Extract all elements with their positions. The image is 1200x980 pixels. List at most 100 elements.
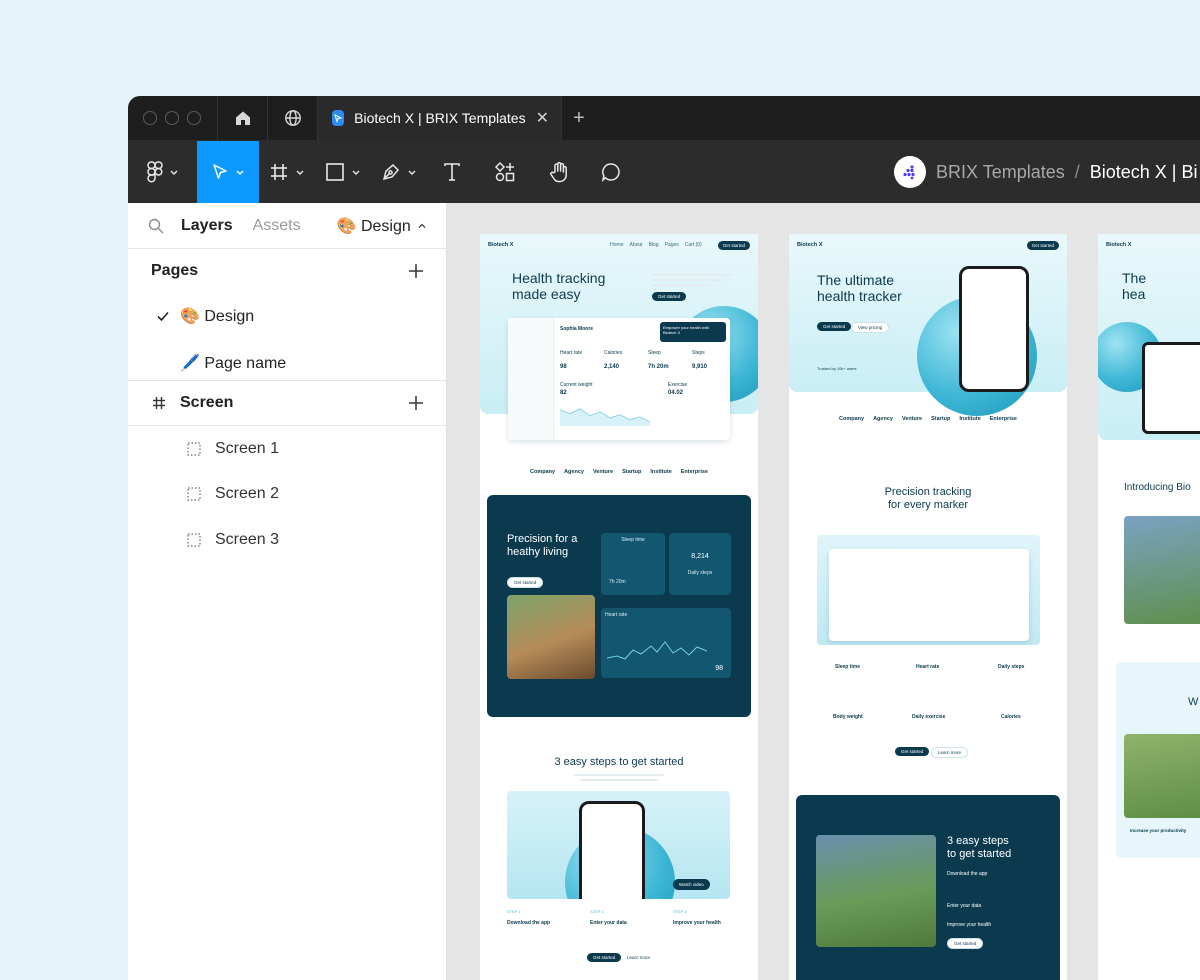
screen-2-frame[interactable]: Biotech X Get started The ultimate healt… [789, 234, 1067, 980]
toolbar: BRIX Templates / Biotech X | Bi [128, 141, 1200, 203]
screen-3-frame[interactable]: Biotech X The hea Introducing Bio W Incr… [1098, 234, 1200, 980]
page-item-label: 🖊️ Page name [180, 354, 287, 372]
pen-tool-button[interactable] [371, 141, 427, 203]
step-title: Download the app [507, 920, 551, 926]
steps-tile-label: Daily steps [687, 570, 713, 576]
step-item: Improve your health [947, 922, 992, 928]
precision-title-line: Precision for a [507, 533, 578, 545]
step-item: Enter your data [947, 903, 982, 909]
community-button[interactable] [268, 96, 318, 140]
comment-tool-button[interactable] [585, 141, 637, 203]
phone-mockup [579, 801, 645, 899]
screen-layer-title: Screen [180, 394, 234, 411]
hero-title: The hea [1122, 270, 1146, 302]
dashed-frame-icon [187, 487, 201, 501]
search-icon[interactable] [148, 218, 164, 234]
productivity-label: Increase your productivity [1130, 828, 1187, 833]
weight-chart [560, 408, 650, 426]
step-item: Download the app [947, 871, 988, 877]
feature-title: Heart rate [916, 664, 940, 670]
nav-link: Cart (0) [684, 242, 702, 248]
page-switcher-label: 🎨 Design [336, 217, 411, 235]
steps-title: 3 easy steps to get started [554, 756, 684, 768]
hand-tool-button[interactable] [533, 141, 585, 203]
file-favicon-icon [332, 110, 345, 126]
layer-item-screen-2[interactable]: Screen 2 [128, 472, 446, 518]
close-window-button[interactable] [143, 111, 157, 125]
home-button[interactable] [218, 96, 268, 140]
page-switcher[interactable]: 🎨 Design [337, 216, 427, 236]
add-layer-plus-icon[interactable] [408, 395, 424, 411]
precision-cta: Get started [507, 577, 544, 588]
zoom-window-button[interactable] [187, 111, 201, 125]
minimize-window-button[interactable] [165, 111, 179, 125]
dashboard-promo: Empower your health with Biotech X [660, 322, 726, 342]
rectangle-icon [326, 163, 344, 181]
hero-title-line: Health tracking [512, 270, 606, 286]
shape-tool-button[interactable] [315, 141, 371, 203]
steps-tile-value: 8,214 [691, 553, 709, 560]
stat-label: Sleep [648, 350, 661, 356]
file-tab[interactable]: Biotech X | BRIX Templates ✕ [318, 96, 562, 140]
logo-item: Company [530, 469, 556, 475]
logo-item: Enterprise [680, 469, 708, 475]
step-title: Improve your health [673, 920, 721, 926]
heart-rate-chart [607, 641, 707, 660]
feature-title: Daily exercise [912, 714, 946, 720]
dashboard-mockup [829, 549, 1029, 641]
screen-layer-header[interactable]: Screen [128, 381, 446, 425]
canvas[interactable]: Biotech X Home About Blog Pages Cart (0)… [448, 203, 1200, 980]
steps-get-started: Get started [587, 953, 622, 962]
hero-section: Biotech X Home About Blog Pages Cart (0)… [480, 234, 758, 440]
checkmark-icon [157, 311, 169, 321]
frame-tool-button[interactable] [259, 141, 315, 203]
layer-item-label: Screen 2 [215, 485, 280, 503]
page-item-design[interactable]: 🎨 Design [128, 292, 446, 339]
move-tool-button[interactable] [197, 141, 259, 203]
stat-label: Calories [604, 350, 623, 356]
page-item-label: 🎨 Design [180, 307, 255, 325]
page-item-page-name[interactable]: 🖊️ Page name [128, 339, 446, 386]
tab-assets[interactable]: Assets [253, 217, 301, 235]
stat-label: Heart rate [560, 350, 583, 356]
close-tab-icon[interactable]: ✕ [536, 108, 549, 128]
hero-section: Biotech X Get started The ultimate healt… [789, 234, 1067, 416]
layer-item-screen-1[interactable]: Screen 1 [128, 426, 446, 472]
layer-item-screen-3[interactable]: Screen 3 [128, 517, 446, 563]
dashboard-user: Sophia Moore [560, 326, 594, 332]
steps-title: 3 easy steps to get started [947, 835, 1011, 860]
feature-title: Calories [1001, 714, 1021, 720]
tab-layers[interactable]: Layers [181, 217, 233, 235]
pages-title: Pages [151, 262, 199, 279]
file-tab-title: Biotech X | BRIX Templates [354, 110, 526, 126]
text-tool-button[interactable] [427, 141, 477, 203]
precision-title: Precision for a heathy living [507, 533, 577, 558]
screen-1-frame[interactable]: Biotech X Home About Blog Pages Cart (0)… [480, 234, 758, 980]
resources-button[interactable] [477, 141, 533, 203]
pages-section-header: Pages [128, 249, 446, 293]
add-page-plus-icon[interactable] [408, 263, 424, 279]
file-name[interactable]: Biotech X | Bi [1090, 162, 1198, 183]
precision-title-line: for every marker [887, 499, 969, 512]
site-brand: Biotech X [797, 242, 823, 248]
team-logo-icon[interactable] [894, 156, 926, 188]
nav-link: Home [610, 242, 624, 248]
chevron-down-icon [236, 170, 244, 175]
hero-text-line [652, 284, 712, 286]
main-menu-button[interactable] [128, 141, 197, 203]
new-tab-button[interactable]: + [562, 96, 596, 140]
left-panel: Layers Assets 🎨 Design Pages 🎨 Design 🖊️… [128, 203, 447, 980]
exercise-label: Exercise [668, 382, 688, 388]
steps-text-line [574, 774, 664, 776]
site-nav: Biotech X [1098, 234, 1200, 256]
logo-strip: Company Agency Venture Startup Institute… [789, 416, 1067, 422]
hero-text-line [652, 274, 732, 276]
logo-item: Institute [959, 416, 981, 422]
chevron-up-icon [418, 223, 426, 228]
logo-item: Startup [622, 469, 642, 475]
team-name[interactable]: BRIX Templates [936, 162, 1065, 183]
globe-icon [284, 110, 301, 126]
intro-photo [1124, 516, 1200, 624]
site-nav: Biotech X Home About Blog Pages Cart (0)… [480, 234, 758, 256]
frame-hash-icon [153, 397, 165, 409]
